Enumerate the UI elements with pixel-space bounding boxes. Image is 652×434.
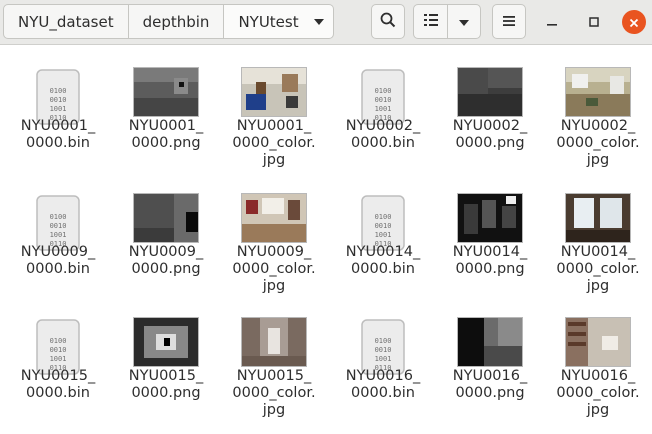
- file-item[interactable]: NYU0014_ 0000.png: [436, 192, 544, 310]
- file-item[interactable]: NYU0009_ 0000_color. jpg: [220, 192, 328, 310]
- file-name-label: NYU0009_ 0000.png: [128, 244, 204, 277]
- file-item[interactable]: NYU0002_ 0000_color. jpg: [544, 66, 652, 184]
- photo-thumbnail: [241, 67, 307, 121]
- breadcrumb-nyu-dataset[interactable]: NYU_dataset: [3, 4, 129, 39]
- file-item[interactable]: 0100 0010 1001 0110 NYU0002_ 0000.bin: [329, 66, 437, 184]
- depth-image-thumbnail: [457, 317, 523, 371]
- file-grid: 0100 0010 1001 0110 NYU0001_ 0000.bin NYU0001…: [0, 46, 652, 427]
- breadcrumb-nyutest[interactable]: NYUtest: [224, 4, 334, 39]
- file-item[interactable]: 0100 0010 1001 0110 NYU0009_ 0000.bin: [4, 192, 112, 310]
- file-item[interactable]: NYU0001_ 0000_color. jpg: [220, 66, 328, 184]
- breadcrumb: NYU_dataset depthbin NYUtest: [3, 4, 334, 39]
- file-item[interactable]: NYU0014_ 0000_color. jpg: [544, 192, 652, 310]
- file-name-label: NYU0015_ 0000.png: [128, 368, 204, 401]
- svg-text:0100: 0100: [50, 337, 67, 345]
- breadcrumb-label: NYUtest: [238, 12, 299, 31]
- file-name-label: NYU0014_ 0000.png: [452, 244, 528, 277]
- file-name-label: NYU0009_ 0000_color. jpg: [232, 244, 316, 294]
- svg-text:0010: 0010: [375, 346, 392, 354]
- file-item[interactable]: NYU0001_ 0000.png: [112, 66, 220, 184]
- svg-text:0010: 0010: [375, 96, 392, 104]
- file-name-label: NYU0016_ 0000_color. jpg: [556, 368, 640, 418]
- photo-thumbnail: [241, 317, 307, 371]
- svg-text:0010: 0010: [50, 96, 67, 104]
- depth-image-thumbnail: [133, 67, 199, 121]
- file-name-label: NYU0016_ 0000.png: [452, 368, 528, 401]
- search-icon: [380, 12, 396, 32]
- photo-thumbnail: [565, 317, 631, 371]
- maximize-button[interactable]: [582, 10, 606, 34]
- photo-thumbnail: [241, 193, 307, 247]
- file-name-label: NYU0002_ 0000_color. jpg: [556, 118, 640, 168]
- svg-text:0100: 0100: [50, 213, 67, 221]
- svg-text:1001: 1001: [50, 105, 67, 113]
- file-item[interactable]: 0100 0010 1001 0110 NYU0014_ 0000.bin: [329, 192, 437, 310]
- minimize-button[interactable]: [540, 10, 564, 34]
- file-name-label: NYU0014_ 0000.bin: [345, 244, 421, 277]
- hamburger-menu-icon: [502, 12, 516, 31]
- depth-image-thumbnail: [133, 193, 199, 247]
- maximize-icon: [588, 13, 600, 32]
- svg-text:0100: 0100: [375, 213, 392, 221]
- file-item[interactable]: 0100 0010 1001 0110 NYU0016_ 0000.bin: [329, 316, 437, 434]
- file-item[interactable]: NYU0009_ 0000.png: [112, 192, 220, 310]
- file-item[interactable]: NYU0016_ 0000.png: [436, 316, 544, 434]
- file-name-label: NYU0015_ 0000_color. jpg: [232, 368, 316, 418]
- close-button[interactable]: [622, 10, 646, 34]
- svg-text:1001: 1001: [375, 231, 392, 239]
- svg-text:1001: 1001: [50, 355, 67, 363]
- svg-text:0010: 0010: [50, 346, 67, 354]
- svg-text:1001: 1001: [375, 105, 392, 113]
- file-item[interactable]: NYU0002_ 0000.png: [436, 66, 544, 184]
- file-item[interactable]: 0100 0010 1001 0110 NYU0015_ 0000.bin: [4, 316, 112, 434]
- depth-image-thumbnail: [457, 67, 523, 121]
- chevron-down-icon[interactable]: [313, 18, 325, 26]
- file-item[interactable]: NYU0016_ 0000_color. jpg: [544, 316, 652, 434]
- file-name-label: NYU0016_ 0000.bin: [345, 368, 421, 401]
- main-menu-button[interactable]: [492, 4, 526, 39]
- file-item[interactable]: NYU0015_ 0000.png: [112, 316, 220, 434]
- photo-thumbnail: [565, 193, 631, 247]
- header-bar: NYU_dataset depthbin NYUtest: [0, 0, 652, 45]
- svg-text:0010: 0010: [50, 222, 67, 230]
- file-name-label: NYU0001_ 0000.bin: [20, 118, 96, 151]
- file-name-label: NYU0001_ 0000.png: [128, 118, 204, 151]
- view-options-button[interactable]: [447, 4, 481, 39]
- depth-image-thumbnail: [133, 317, 199, 371]
- list-view-icon: [423, 12, 439, 31]
- photo-thumbnail: [565, 67, 631, 121]
- svg-text:1001: 1001: [375, 355, 392, 363]
- file-item[interactable]: 0100 0010 1001 0110 NYU0001_ 0000.bin: [4, 66, 112, 184]
- file-name-label: NYU0014_ 0000_color. jpg: [556, 244, 640, 294]
- close-icon: [629, 13, 639, 32]
- minimize-icon: [546, 13, 558, 32]
- search-button[interactable]: [371, 4, 405, 39]
- file-name-label: NYU0001_ 0000_color. jpg: [232, 118, 316, 168]
- file-item[interactable]: NYU0015_ 0000_color. jpg: [220, 316, 328, 434]
- file-name-label: NYU0002_ 0000.png: [452, 118, 528, 151]
- file-name-label: NYU0015_ 0000.bin: [20, 368, 96, 401]
- breadcrumb-depthbin[interactable]: depthbin: [128, 4, 225, 39]
- svg-text:0100: 0100: [375, 87, 392, 95]
- svg-text:0100: 0100: [375, 337, 392, 345]
- breadcrumb-label: depthbin: [142, 12, 210, 31]
- depth-image-thumbnail: [457, 193, 523, 247]
- chevron-down-icon: [458, 12, 470, 31]
- svg-text:1001: 1001: [50, 231, 67, 239]
- view-toggle-button[interactable]: [413, 4, 448, 39]
- svg-text:0100: 0100: [50, 87, 67, 95]
- file-name-label: NYU0009_ 0000.bin: [20, 244, 96, 277]
- breadcrumb-label: NYU_dataset: [18, 12, 114, 31]
- svg-text:0010: 0010: [375, 222, 392, 230]
- file-name-label: NYU0002_ 0000.bin: [345, 118, 421, 151]
